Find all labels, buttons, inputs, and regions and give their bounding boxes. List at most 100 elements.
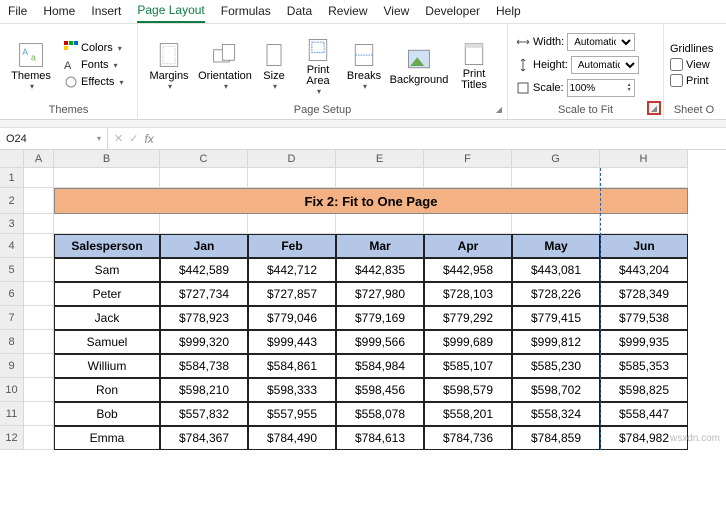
cell-A12[interactable] — [24, 426, 54, 450]
table-cell[interactable]: $585,230 — [512, 354, 600, 378]
print-titles-button[interactable]: Print Titles — [452, 28, 496, 102]
row-header-1[interactable]: 1 — [0, 168, 24, 188]
cell-A10[interactable] — [24, 378, 54, 402]
table-cell[interactable]: Samuel — [54, 330, 160, 354]
table-cell[interactable]: $727,734 — [160, 282, 248, 306]
table-cell[interactable]: $727,857 — [248, 282, 336, 306]
table-header-Jun[interactable]: Jun — [600, 234, 688, 258]
cell-A8[interactable] — [24, 330, 54, 354]
table-cell[interactable]: $999,935 — [600, 330, 688, 354]
tab-data[interactable]: Data — [287, 4, 312, 22]
table-header-Apr[interactable]: Apr — [424, 234, 512, 258]
cell-F1[interactable] — [424, 168, 512, 188]
themes-button[interactable]: Aa Themes ▾ — [4, 28, 58, 102]
size-button[interactable]: Size▾ — [254, 28, 294, 102]
table-cell[interactable]: $598,579 — [424, 378, 512, 402]
table-cell[interactable]: $585,107 — [424, 354, 512, 378]
table-header-Feb[interactable]: Feb — [248, 234, 336, 258]
tab-developer[interactable]: Developer — [425, 4, 480, 22]
scale-to-fit-launcher[interactable]: ◢ — [647, 101, 661, 115]
table-cell[interactable]: $779,292 — [424, 306, 512, 330]
table-cell[interactable]: $584,984 — [336, 354, 424, 378]
table-cell[interactable]: $598,702 — [512, 378, 600, 402]
table-cell[interactable]: $558,447 — [600, 402, 688, 426]
cell-A5[interactable] — [24, 258, 54, 282]
table-cell[interactable]: $558,078 — [336, 402, 424, 426]
tab-file[interactable]: File — [8, 4, 27, 22]
col-header-F[interactable]: F — [424, 150, 512, 168]
cell-D1[interactable] — [248, 168, 336, 188]
cell-A6[interactable] — [24, 282, 54, 306]
cell-B1[interactable] — [54, 168, 160, 188]
table-cell[interactable]: Ron — [54, 378, 160, 402]
table-cell[interactable]: $728,103 — [424, 282, 512, 306]
table-cell[interactable]: $999,689 — [424, 330, 512, 354]
table-cell[interactable]: $584,738 — [160, 354, 248, 378]
tab-page-layout[interactable]: Page Layout — [137, 3, 204, 23]
table-cell[interactable]: Jack — [54, 306, 160, 330]
table-cell[interactable]: $557,955 — [248, 402, 336, 426]
effects-button[interactable]: Effects▾ — [60, 74, 127, 90]
row-header-6[interactable]: 6 — [0, 282, 24, 306]
table-cell[interactable]: Peter — [54, 282, 160, 306]
table-cell[interactable]: $727,980 — [336, 282, 424, 306]
table-cell[interactable]: $784,367 — [160, 426, 248, 450]
background-button[interactable]: Background — [388, 28, 450, 102]
row-header-4[interactable]: 4 — [0, 234, 24, 258]
cell-F3[interactable] — [424, 214, 512, 234]
cell-A11[interactable] — [24, 402, 54, 426]
row-header-7[interactable]: 7 — [0, 306, 24, 330]
cell-D3[interactable] — [248, 214, 336, 234]
row-header-2[interactable]: 2 — [0, 188, 24, 214]
table-header-Jan[interactable]: Jan — [160, 234, 248, 258]
col-header-C[interactable]: C — [160, 150, 248, 168]
table-cell[interactable]: $598,210 — [160, 378, 248, 402]
table-cell[interactable]: $558,324 — [512, 402, 600, 426]
cell-E1[interactable] — [336, 168, 424, 188]
fonts-button[interactable]: A Fonts▾ — [60, 57, 127, 73]
table-cell[interactable]: $784,736 — [424, 426, 512, 450]
table-cell[interactable]: $999,812 — [512, 330, 600, 354]
table-cell[interactable]: $442,835 — [336, 258, 424, 282]
col-header-A[interactable]: A — [24, 150, 54, 168]
tab-home[interactable]: Home — [43, 4, 75, 22]
table-cell[interactable]: $558,201 — [424, 402, 512, 426]
cancel-icon[interactable]: ✕ — [114, 132, 123, 145]
table-cell[interactable]: $778,923 — [160, 306, 248, 330]
print-area-button[interactable]: Print Area▾ — [296, 28, 340, 102]
scale-input[interactable]: 100%▲▼ — [567, 79, 635, 97]
col-header-G[interactable]: G — [512, 150, 600, 168]
worksheet-grid[interactable]: ABCDEFGH 12Fix 2: Fit to One Page34Sales… — [0, 150, 726, 450]
table-cell[interactable]: Bob — [54, 402, 160, 426]
table-cell[interactable]: $779,415 — [512, 306, 600, 330]
cell-A9[interactable] — [24, 354, 54, 378]
row-header-12[interactable]: 12 — [0, 426, 24, 450]
tab-help[interactable]: Help — [496, 4, 521, 22]
table-cell[interactable]: $784,859 — [512, 426, 600, 450]
table-cell[interactable]: $779,169 — [336, 306, 424, 330]
row-header-10[interactable]: 10 — [0, 378, 24, 402]
table-cell[interactable]: $999,320 — [160, 330, 248, 354]
table-cell[interactable]: $728,349 — [600, 282, 688, 306]
cell-H3[interactable] — [600, 214, 688, 234]
width-select[interactable]: Automatic — [567, 33, 635, 51]
table-cell[interactable]: $598,333 — [248, 378, 336, 402]
table-header-May[interactable]: May — [512, 234, 600, 258]
title-banner[interactable]: Fix 2: Fit to One Page — [54, 188, 688, 214]
row-header-5[interactable]: 5 — [0, 258, 24, 282]
table-cell[interactable]: $779,538 — [600, 306, 688, 330]
cell-C3[interactable] — [160, 214, 248, 234]
table-cell[interactable]: $598,825 — [600, 378, 688, 402]
cell-G1[interactable] — [512, 168, 600, 188]
table-cell[interactable]: $598,456 — [336, 378, 424, 402]
fx-icon[interactable]: fx — [144, 132, 153, 146]
cell-H1[interactable] — [600, 168, 688, 188]
table-cell[interactable]: $442,589 — [160, 258, 248, 282]
tab-review[interactable]: Review — [328, 4, 367, 22]
table-cell[interactable]: Willium — [54, 354, 160, 378]
table-cell[interactable]: $443,204 — [600, 258, 688, 282]
table-cell[interactable]: Sam — [54, 258, 160, 282]
cell-A2[interactable] — [24, 188, 54, 214]
row-header-3[interactable]: 3 — [0, 214, 24, 234]
colors-button[interactable]: Colors▾ — [60, 40, 127, 56]
